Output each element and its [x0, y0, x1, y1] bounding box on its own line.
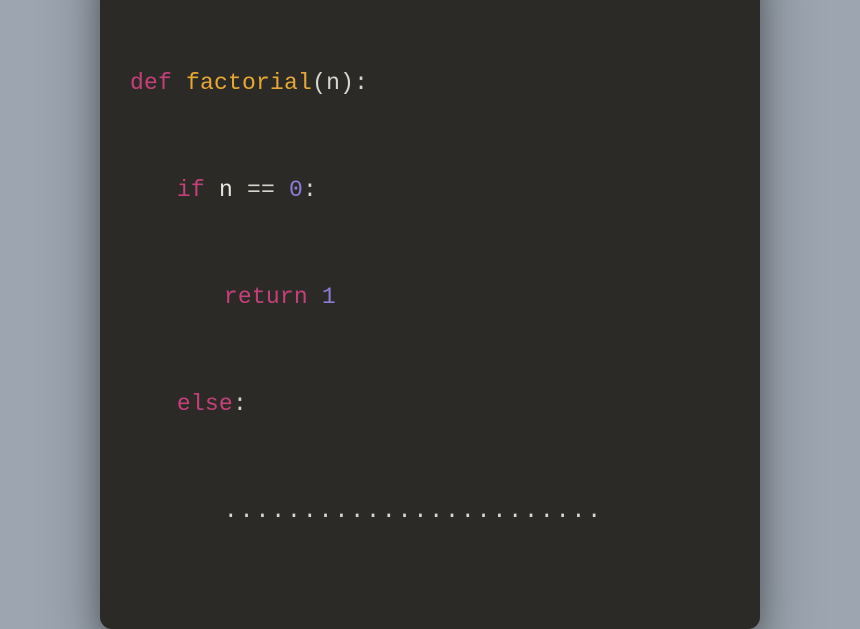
colon: : — [354, 70, 368, 96]
number-0: 0 — [289, 177, 303, 203]
rparen: ) — [340, 70, 354, 96]
colon: : — [233, 391, 247, 417]
code-block: def factorial(n): if n == 0: return 1 el… — [130, 0, 730, 601]
code-line-5: ........................ — [130, 494, 730, 530]
code-window: def factorial(n): if n == 0: return 1 el… — [100, 0, 760, 629]
number-1: 1 — [322, 284, 336, 310]
code-line-2: if n == 0: — [130, 173, 730, 209]
code-line-3: return 1 — [130, 280, 730, 316]
keyword-return: return — [224, 284, 308, 310]
keyword-if: if — [177, 177, 205, 203]
lparen: ( — [312, 70, 326, 96]
ellipsis-dots: ........................ — [224, 498, 603, 524]
function-name: factorial — [186, 70, 312, 96]
param-n: n — [326, 70, 340, 96]
keyword-else: else — [177, 391, 233, 417]
var-n: n — [219, 177, 233, 203]
op-eq: == — [247, 177, 275, 203]
code-line-1: def factorial(n): — [130, 66, 730, 102]
keyword-def: def — [130, 70, 172, 96]
colon: : — [303, 177, 317, 203]
code-line-4: else: — [130, 387, 730, 423]
